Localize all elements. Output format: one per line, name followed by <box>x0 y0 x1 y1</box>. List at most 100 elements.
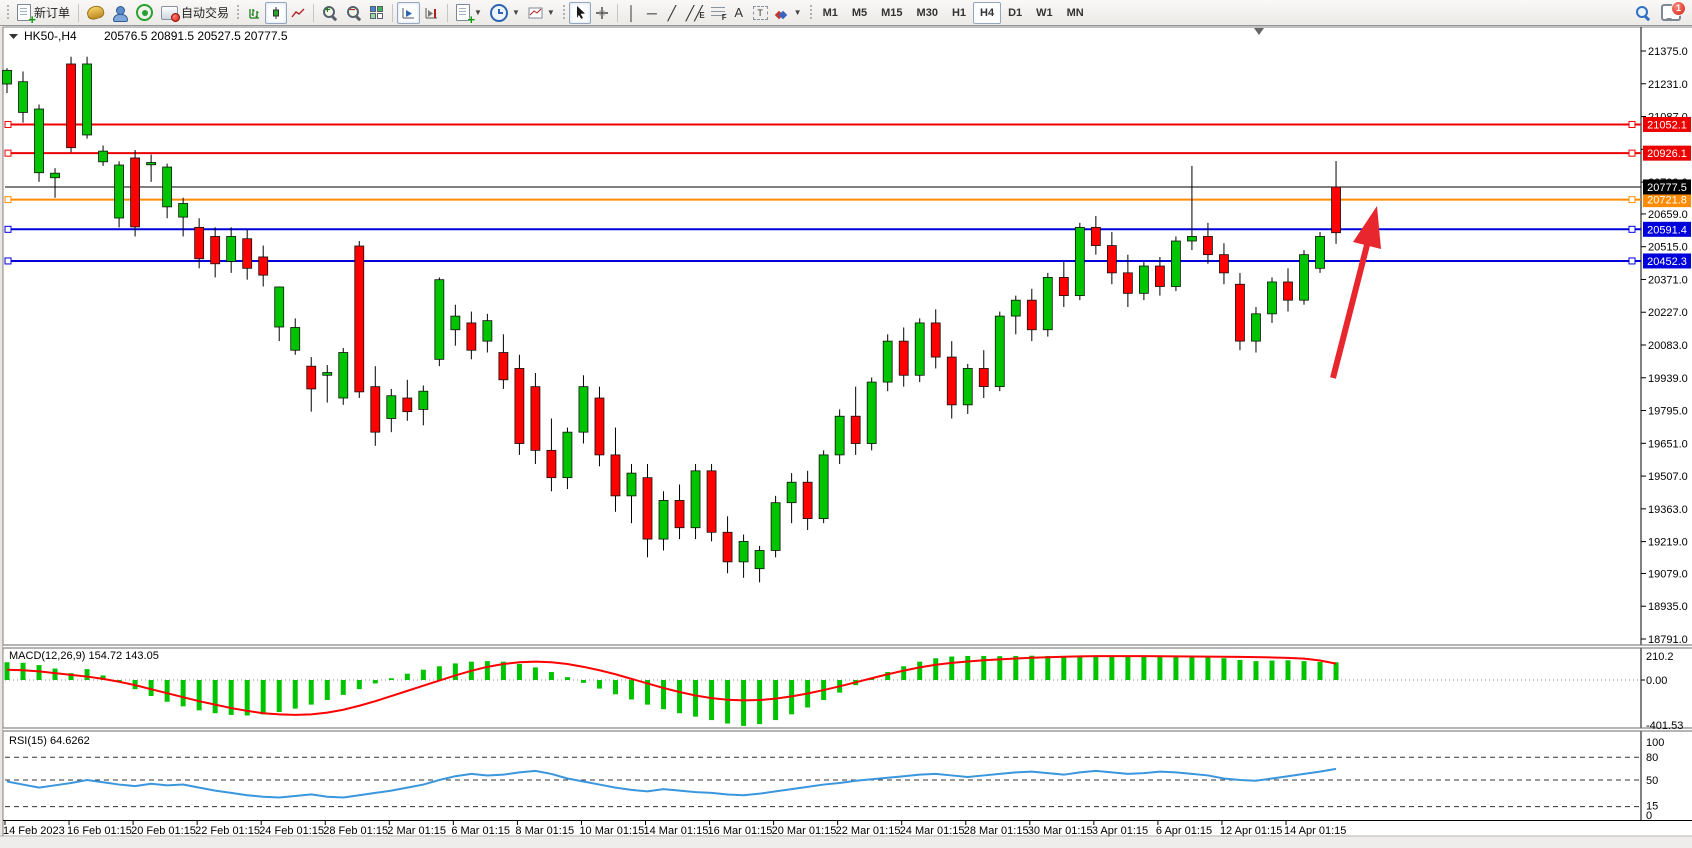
candle-body <box>1139 266 1148 293</box>
chart-menu-icon[interactable] <box>9 34 18 39</box>
timeframe-m30[interactable]: M30 <box>910 2 945 24</box>
price-axis-label: 20371.0 <box>1648 274 1688 286</box>
bar-chart-icon <box>247 6 261 20</box>
timeframe-mn[interactable]: MN <box>1060 2 1091 24</box>
macd-histogram-bar <box>1141 656 1146 680</box>
candle-body <box>995 316 1004 387</box>
crosshair-button[interactable] <box>591 2 613 24</box>
line-handle[interactable] <box>1629 226 1635 232</box>
line-handle[interactable] <box>5 197 11 203</box>
line-handle[interactable] <box>1629 258 1635 264</box>
search-icon[interactable] <box>1635 5 1651 21</box>
templates-button[interactable]: ▼ <box>524 2 559 24</box>
trend-arrow-head[interactable] <box>1353 206 1381 249</box>
zoom-out-button[interactable]: − <box>342 2 366 24</box>
line-handle[interactable] <box>1629 121 1635 127</box>
market-button[interactable] <box>83 2 108 24</box>
date-label: 20 Mar 01:15 <box>772 825 837 837</box>
zoom-in-icon: + <box>322 5 338 21</box>
date-label: 12 Apr 01:15 <box>1220 825 1282 837</box>
horizontal-line-tool[interactable]: ─ <box>642 2 662 24</box>
timeframe-h4[interactable]: H4 <box>973 2 1001 24</box>
candle-body <box>259 257 268 275</box>
date-label: 6 Mar 01:15 <box>451 825 510 837</box>
line-handle[interactable] <box>1629 197 1635 203</box>
candle-body <box>835 416 844 455</box>
timeframe-m15[interactable]: M15 <box>874 2 909 24</box>
macd-histogram-bar <box>1029 656 1034 680</box>
toolbar-grip[interactable] <box>236 4 240 22</box>
cursor-button[interactable] <box>569 2 591 24</box>
candle-body <box>755 550 764 568</box>
auto-scroll-button[interactable] <box>397 2 420 24</box>
zoom-out-icon: − <box>346 5 362 21</box>
macd-histogram-bar <box>1253 661 1258 680</box>
trendline-tool[interactable]: ╱ <box>662 2 682 24</box>
candle-body <box>1203 236 1212 254</box>
candle-body <box>691 471 700 528</box>
price-axis-label: 19363.0 <box>1648 504 1688 516</box>
indicators-button[interactable]: + ▼ <box>452 2 486 24</box>
line-chart-button[interactable] <box>287 2 309 24</box>
macd-axis-zero: 0.00 <box>1646 675 1667 687</box>
line-handle[interactable] <box>1629 150 1635 156</box>
tile-windows-button[interactable] <box>366 2 388 24</box>
new-order-button[interactable]: + 新订单 <box>13 2 74 24</box>
date-label: 24 Feb 01:15 <box>259 825 324 837</box>
line-handle[interactable] <box>5 258 11 264</box>
notifications-icon[interactable]: 1 <box>1661 4 1681 21</box>
text-label-tool[interactable]: T <box>749 2 772 24</box>
tile-windows-icon <box>370 6 384 20</box>
date-label: 6 Apr 01:15 <box>1156 825 1212 837</box>
candle-body <box>675 500 684 527</box>
chart-shift-button[interactable] <box>420 2 443 24</box>
macd-histogram-bar <box>1286 660 1291 680</box>
candle-body <box>1011 300 1020 316</box>
macd-histogram-bar <box>485 661 490 680</box>
line-handle[interactable] <box>5 150 11 156</box>
line-handle[interactable] <box>5 226 11 232</box>
vertical-line-tool[interactable]: │ <box>622 2 642 24</box>
bar-chart-button[interactable] <box>243 2 265 24</box>
text-tool[interactable]: A <box>729 2 749 24</box>
community-button[interactable] <box>108 2 132 24</box>
timeframe-m1[interactable]: M1 <box>816 2 845 24</box>
timeframe-w1[interactable]: W1 <box>1029 2 1060 24</box>
price-badge-text: 20777.5 <box>1647 182 1687 194</box>
candle-body <box>547 450 556 477</box>
new-order-icon: + <box>17 4 31 21</box>
candlestick-chart-button[interactable] <box>265 2 287 24</box>
crosshair-icon <box>595 6 609 20</box>
fibonacci-tool[interactable]: F <box>707 2 729 24</box>
candle-body <box>307 366 316 389</box>
macd-histogram-bar <box>309 680 314 705</box>
toolbar-grip[interactable] <box>809 4 813 22</box>
macd-histogram-bar <box>453 663 458 680</box>
macd-histogram-bar <box>229 680 234 715</box>
timeframe-m5[interactable]: M5 <box>845 2 874 24</box>
autotrading-button[interactable]: 自动交易 <box>157 2 233 24</box>
price-badge-text: 21052.1 <box>1647 119 1687 131</box>
macd-histogram-bar <box>261 680 266 714</box>
signals-button[interactable] <box>132 2 157 24</box>
line-handle[interactable] <box>5 121 11 127</box>
periods-button[interactable]: ▼ <box>486 2 524 24</box>
channel-tool[interactable]: ╱╱E <box>682 2 707 24</box>
macd-histogram-bar <box>613 680 618 694</box>
macd-histogram-bar <box>901 666 906 680</box>
timeframe-d1[interactable]: D1 <box>1001 2 1029 24</box>
candle-body <box>803 482 812 518</box>
timeframe-h1[interactable]: H1 <box>945 2 973 24</box>
rsi-axis-label: 80 <box>1646 752 1658 764</box>
macd-histogram-bar <box>1077 656 1082 680</box>
macd-histogram-bar <box>1269 661 1274 680</box>
candle-body <box>435 280 444 360</box>
candle-body <box>275 287 284 327</box>
candle-body <box>227 236 236 261</box>
candle-body <box>51 173 60 178</box>
arrows-tool[interactable]: ▼ <box>772 2 806 24</box>
toolbar-grip[interactable] <box>562 4 566 22</box>
zoom-in-button[interactable]: + <box>318 2 342 24</box>
toolbar-grip[interactable] <box>6 4 10 22</box>
candle-body <box>595 398 604 455</box>
